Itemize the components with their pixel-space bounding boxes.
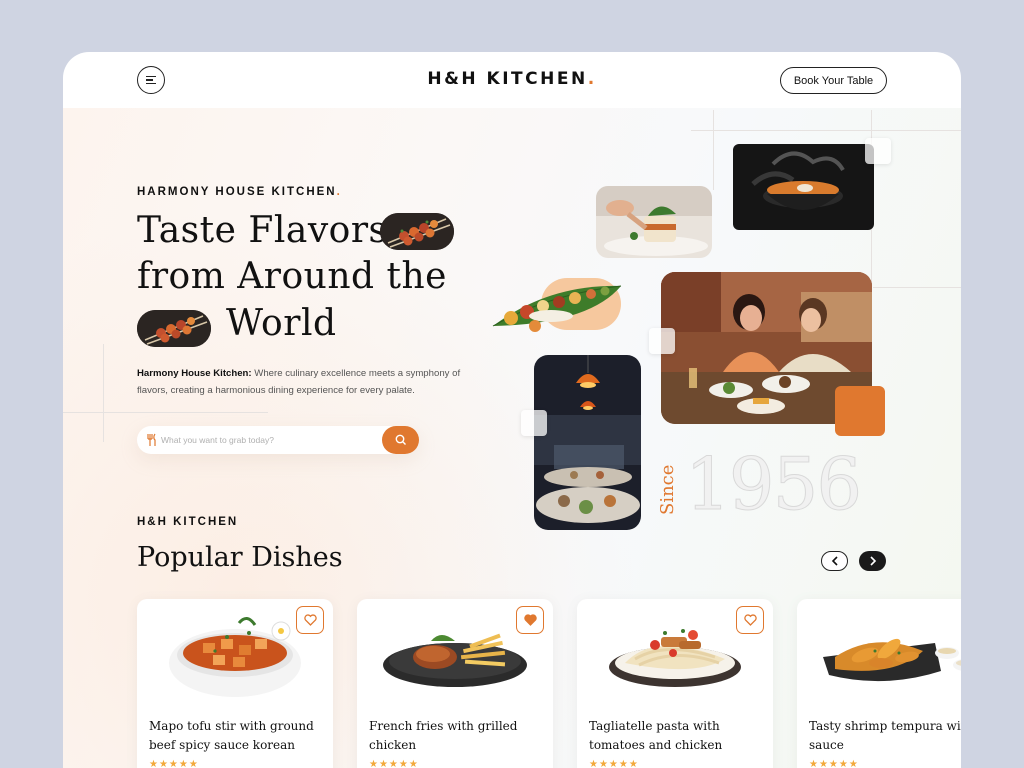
- hero-title-line-3: World: [226, 303, 337, 344]
- heart-icon: [743, 614, 757, 626]
- image-tab: [521, 410, 547, 436]
- dish-name: Mapo tofu stir with ground beef spicy sa…: [149, 719, 314, 752]
- svg-text:Since: Since: [657, 465, 678, 515]
- hero-intro: Harmony House Kitchen: Where culinary ex…: [137, 368, 461, 396]
- chevron-left-icon: [831, 556, 838, 566]
- hero-title-line-2: from Around the: [137, 256, 447, 297]
- dish-card[interactable]: Mapo tofu stir with ground beef spicy sa…: [137, 599, 333, 768]
- dish-image: [383, 633, 527, 687]
- dish-card[interactable]: Tasty shrimp tempura with sauce ★★★★★: [797, 599, 961, 768]
- star-rating: ★★★★★: [809, 759, 859, 768]
- search-input[interactable]: [161, 432, 371, 448]
- book-table-button[interactable]: Book Your Table: [780, 67, 887, 94]
- favorite-button[interactable]: [516, 606, 544, 634]
- search-icon: [395, 434, 406, 445]
- hero-title-line-1: Taste Flavors: [137, 210, 388, 251]
- chevron-right-icon: [869, 556, 876, 566]
- popular-title: Popular Dishes: [137, 542, 343, 573]
- favorite-button[interactable]: [296, 606, 324, 634]
- star-rating: ★★★★★: [149, 759, 199, 768]
- thali-platter-photo: [489, 274, 625, 340]
- divider-line: [103, 344, 104, 442]
- divider-line: [691, 130, 961, 131]
- image-tab: [865, 138, 891, 164]
- image-tab: [649, 328, 675, 354]
- skewer-thumbnail: [137, 310, 211, 347]
- heart-icon: [303, 614, 317, 626]
- search-button[interactable]: [382, 426, 419, 454]
- carousel-next-button[interactable]: [859, 551, 886, 571]
- dish-image: [609, 629, 741, 687]
- soup-bowl-photo: [733, 144, 874, 230]
- favorite-button[interactable]: [736, 606, 764, 634]
- popular-eyebrow: H&H KITCHEN: [137, 516, 239, 528]
- accent-block: [835, 386, 885, 436]
- heart-filled-icon: [523, 614, 537, 626]
- dish-name: Tasty shrimp tempura with sauce: [809, 719, 961, 752]
- cutlery-icon: [147, 433, 156, 446]
- dish-card[interactable]: French fries with grilled chicken ★★★★★: [357, 599, 553, 768]
- search-bar: [137, 426, 419, 454]
- hero-eyebrow: HARMONY HOUSE KITCHEN.: [137, 186, 342, 198]
- dish-image: [823, 638, 961, 682]
- carousel-prev-button[interactable]: [821, 551, 848, 571]
- restaurant-interior-photo: [534, 355, 641, 530]
- app-frame: H&H KITCHEN. Book Your Table HARMONY HOU…: [63, 52, 961, 768]
- dish-name: French fries with grilled chicken: [369, 719, 518, 752]
- since-year: 1956: [684, 442, 862, 527]
- chef-plating-photo: [596, 186, 712, 258]
- dish-image: [169, 617, 301, 697]
- divider-line: [713, 110, 714, 190]
- star-rating: ★★★★★: [369, 759, 419, 768]
- divider-line: [873, 287, 961, 288]
- divider-line: [63, 412, 268, 413]
- dish-name: Tagliatelle pasta with tomatoes and chic…: [589, 719, 723, 752]
- star-rating: ★★★★★: [589, 759, 639, 768]
- dish-card[interactable]: Tagliatelle pasta with tomatoes and chic…: [577, 599, 773, 768]
- skewer-thumbnail: [380, 213, 454, 250]
- since-label: Since: [657, 465, 678, 515]
